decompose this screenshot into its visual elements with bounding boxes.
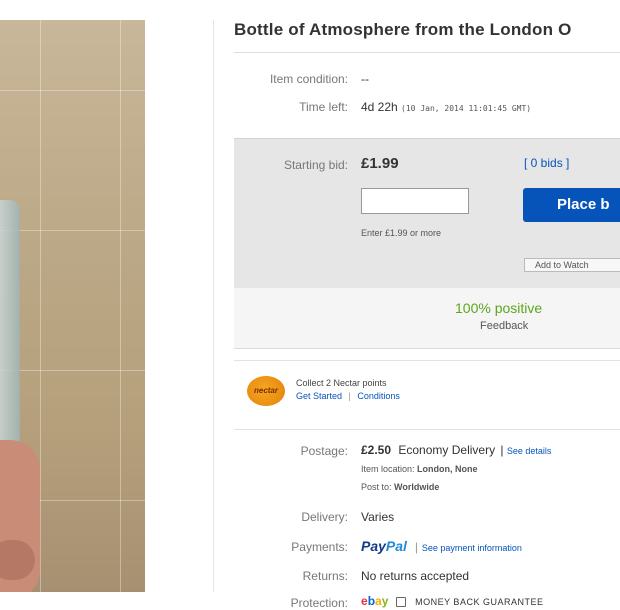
time-left-label: Time left:	[299, 100, 348, 114]
divider	[234, 52, 620, 53]
nectar-logo-icon: nectar	[247, 376, 285, 406]
delivery-value: Varies	[361, 510, 395, 524]
postage-value: £2.50 Economy Delivery | See details	[361, 443, 551, 457]
conditions-link[interactable]: Conditions	[357, 391, 400, 401]
post-to-value: Worldwide	[394, 482, 440, 492]
ebay-logo-part: e	[361, 594, 368, 608]
feedback-label: Feedback	[480, 320, 529, 332]
divider	[213, 20, 214, 592]
protection-label: Protection:	[290, 596, 348, 610]
time-left-value: 4d 22h (10 Jan, 2014 11:01:45 GMT)	[361, 100, 531, 114]
ebay-logo-part: y	[381, 594, 389, 608]
starting-bid-price: £1.99	[361, 155, 399, 172]
ebay-guarantee[interactable]: ebay MONEY BACK GUARANTEE	[361, 594, 543, 608]
photo-tile-line	[0, 90, 145, 91]
place-bid-button[interactable]: Place b	[523, 188, 620, 222]
paypal-logo-part: Pal	[385, 538, 407, 554]
ebay-logo-part: a	[375, 594, 382, 608]
postage-label: Postage:	[300, 444, 348, 458]
get-started-link[interactable]: Get Started	[296, 391, 342, 401]
link-separator: |	[348, 391, 351, 401]
photo-tile-line	[0, 230, 145, 231]
time-left-duration: 4d 22h	[361, 100, 398, 114]
item-photo[interactable]	[0, 20, 145, 592]
see-postage-details-link[interactable]: See details	[507, 446, 552, 456]
delivery-label: Delivery:	[301, 510, 348, 524]
seller-feedback-panel	[234, 288, 620, 349]
lock-icon	[395, 596, 406, 607]
bid-count-link[interactable]: [ 0 bids ]	[524, 156, 569, 170]
nectar-links: Get Started | Conditions	[296, 391, 400, 401]
item-title: Bottle of Atmosphere from the London O	[234, 20, 572, 39]
paypal-logo-icon: PayPal | See payment information	[361, 538, 522, 554]
ebay-logo-part: b	[367, 594, 376, 608]
add-to-watch-button[interactable]: Add to Watch	[524, 258, 620, 272]
photo-tile-line	[0, 370, 145, 371]
money-back-guarantee-text: MONEY BACK GUARANTEE	[415, 597, 544, 607]
link-separator: |	[414, 540, 418, 554]
bid-hint: Enter £1.99 or more	[361, 228, 442, 238]
auction-end-time: (10 Jan, 2014 11:01:45 GMT)	[401, 104, 532, 113]
post-to-label: Post to:	[361, 482, 392, 492]
returns-label: Returns:	[302, 569, 348, 583]
postage-price: £2.50	[361, 443, 392, 457]
photo-tile-line	[40, 20, 41, 592]
nectar-panel	[234, 360, 620, 430]
positive-feedback[interactable]: 100% positive	[455, 300, 542, 316]
condition-label: Item condition:	[269, 72, 348, 86]
returns-value: No returns accepted	[361, 569, 470, 583]
item-location-label: Item location:	[361, 464, 415, 474]
item-location-value: London, None	[417, 464, 478, 474]
paypal-logo-part: Pay	[361, 538, 386, 554]
starting-bid-label: Starting bid:	[283, 158, 348, 172]
post-to: Post to: Worldwide	[361, 482, 439, 492]
photo-tile-line	[120, 20, 121, 592]
payments-label: Payments:	[291, 540, 348, 554]
nectar-points-text: Collect 2 Nectar points	[296, 378, 387, 388]
bid-amount-input[interactable]	[361, 188, 469, 214]
postage-method: Economy Delivery	[398, 443, 496, 457]
see-payment-info-link[interactable]: See payment information	[422, 543, 522, 553]
link-separator: |	[500, 443, 504, 457]
condition-value: --	[361, 72, 369, 86]
item-location: Item location: London, None	[361, 464, 478, 474]
